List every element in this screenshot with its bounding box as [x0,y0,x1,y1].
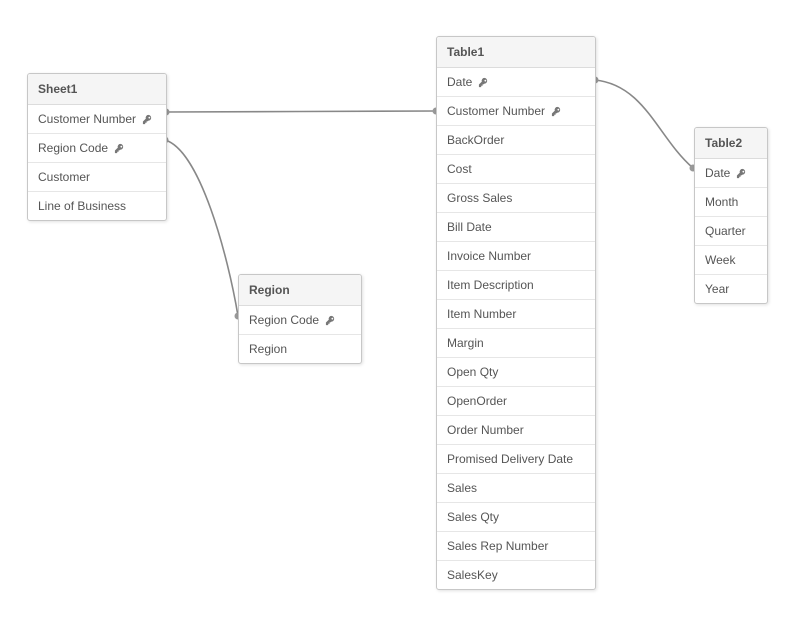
field-row[interactable]: Sales [437,473,595,502]
field-row[interactable]: OpenOrder [437,386,595,415]
field-label: Date [447,75,472,89]
field-row[interactable]: Region Code [239,306,361,334]
relationship-link [166,111,436,112]
field-row[interactable]: Open Qty [437,357,595,386]
key-icon [736,168,747,179]
field-label: Month [705,195,738,209]
field-label: Region Code [38,141,108,155]
field-label: Line of Business [38,199,126,213]
field-label: Promised Delivery Date [447,452,573,466]
field-label: Cost [447,162,472,176]
key-icon [142,114,153,125]
field-row[interactable]: Order Number [437,415,595,444]
table-header[interactable]: Table2 [695,128,767,159]
relationship-link [165,140,238,316]
field-label: Item Number [447,307,516,321]
key-icon [114,143,125,154]
field-row[interactable]: Item Number [437,299,595,328]
field-row[interactable]: Region [239,334,361,363]
field-label: Order Number [447,423,524,437]
table-header[interactable]: Table1 [437,37,595,68]
field-label: Sales [447,481,477,495]
field-row[interactable]: SalesKey [437,560,595,589]
field-row[interactable]: Margin [437,328,595,357]
field-row[interactable]: Customer Number [28,105,166,133]
table-header[interactable]: Region [239,275,361,306]
field-label: Week [705,253,735,267]
field-row[interactable]: Invoice Number [437,241,595,270]
field-label: BackOrder [447,133,504,147]
field-row[interactable]: Gross Sales [437,183,595,212]
field-row[interactable]: Region Code [28,133,166,162]
field-label: Date [705,166,730,180]
table-header[interactable]: Sheet1 [28,74,166,105]
field-row[interactable]: Year [695,274,767,303]
field-row[interactable]: Customer Number [437,96,595,125]
field-row[interactable]: Date [437,68,595,96]
field-label: Customer Number [38,112,136,126]
field-label: Year [705,282,729,296]
key-icon [551,106,562,117]
field-label: Item Description [447,278,534,292]
field-row[interactable]: Date [695,159,767,187]
field-row[interactable]: Item Description [437,270,595,299]
field-row[interactable]: Promised Delivery Date [437,444,595,473]
field-row[interactable]: Sales Qty [437,502,595,531]
table-table1[interactable]: Table1 Date Customer Number BackOrder Cost Gr… [436,36,596,590]
field-row[interactable]: Bill Date [437,212,595,241]
field-row[interactable]: Line of Business [28,191,166,220]
relationship-link [595,80,693,168]
field-label: Customer [38,170,90,184]
field-row[interactable]: Customer [28,162,166,191]
field-label: Bill Date [447,220,492,234]
field-label: Gross Sales [447,191,512,205]
field-label: Region Code [249,313,319,327]
field-row[interactable]: BackOrder [437,125,595,154]
field-row[interactable]: Sales Rep Number [437,531,595,560]
field-row[interactable]: Quarter [695,216,767,245]
field-row[interactable]: Month [695,187,767,216]
table-sheet1[interactable]: Sheet1 Customer Number Region Code Customer… [27,73,167,221]
field-label: Sales Rep Number [447,539,548,553]
field-row[interactable]: Week [695,245,767,274]
field-label: Open Qty [447,365,498,379]
field-label: Invoice Number [447,249,531,263]
field-label: Customer Number [447,104,545,118]
key-icon [325,315,336,326]
field-label: Region [249,342,287,356]
field-label: Margin [447,336,484,350]
key-icon [478,77,489,88]
field-label: Sales Qty [447,510,499,524]
table-table2[interactable]: Table2 Date Month Quarter Week Year [694,127,768,304]
table-region[interactable]: Region Region Code Region [238,274,362,364]
field-label: Quarter [705,224,746,238]
field-row[interactable]: Cost [437,154,595,183]
field-label: OpenOrder [447,394,507,408]
field-label: SalesKey [447,568,498,582]
